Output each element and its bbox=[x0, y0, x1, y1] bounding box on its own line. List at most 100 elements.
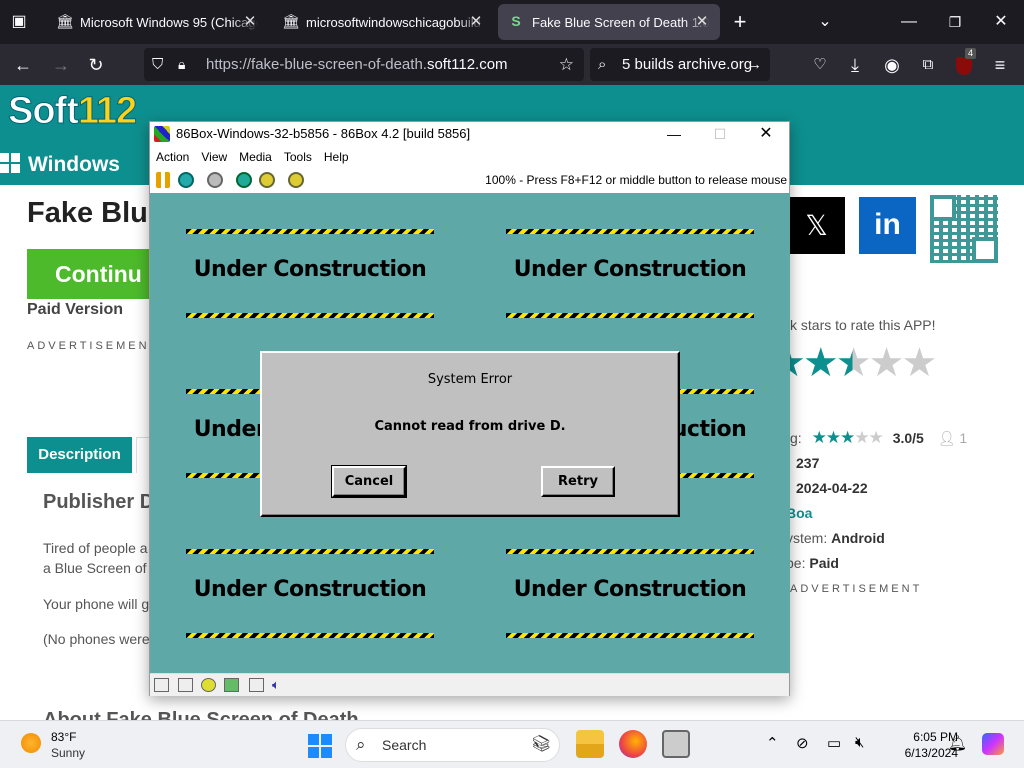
pause-icon[interactable] bbox=[156, 172, 170, 188]
start-button[interactable] bbox=[308, 734, 332, 758]
downloads-value: 237 bbox=[796, 455, 820, 471]
search-text: 5 builds archive.org bbox=[622, 56, 753, 73]
network-off-icon[interactable]: ⊘ bbox=[796, 734, 809, 752]
minimize-icon[interactable]: — bbox=[651, 122, 697, 146]
archive-icon: 🏛 bbox=[56, 13, 74, 29]
lock-icon[interactable]: 🔒︎ bbox=[178, 48, 185, 81]
taskbar-search[interactable]: ⌕ Search 📚︎ bbox=[345, 728, 560, 762]
file-explorer-icon[interactable] bbox=[576, 730, 604, 758]
search-bar[interactable]: ⌕ 5 builds archive.org → bbox=[590, 48, 770, 81]
paid-version-label: Paid Version bbox=[27, 301, 124, 318]
soft112-logo[interactable]: Soft112 bbox=[8, 90, 138, 133]
archive-icon: 🏛 bbox=[282, 13, 300, 29]
user-icon: 👤︎ bbox=[937, 430, 956, 446]
tab-fake-bsod[interactable]: S Fake Blue Screen of Death 1.0 F ✕ bbox=[498, 4, 720, 40]
86box-taskbar-icon[interactable] bbox=[662, 730, 690, 758]
under-construction-sign: Under Construction bbox=[506, 549, 754, 639]
chevron-up-icon[interactable]: ⌃ bbox=[766, 734, 779, 752]
shield-icon[interactable]: ⛉ bbox=[152, 48, 163, 81]
window-title: 86Box-Windows-32-b5856 - 86Box 4.2 [buil… bbox=[176, 126, 471, 141]
cancel-button[interactable]: Cancel bbox=[331, 465, 407, 498]
hard-disk-icon[interactable] bbox=[224, 678, 239, 692]
sound-icon[interactable]: 🔈︎ bbox=[272, 678, 287, 692]
reload-icon[interactable]: ↻ bbox=[81, 50, 111, 80]
floppy-b-icon[interactable] bbox=[178, 678, 193, 692]
menu-media[interactable]: Media bbox=[233, 146, 278, 168]
url-bar[interactable]: ⛉ 🔒︎ https://fake-blue-screen-of-death.s… bbox=[144, 48, 584, 81]
type-row: pe: Paid bbox=[786, 555, 839, 571]
cdrom-icon[interactable] bbox=[201, 678, 216, 692]
close-tab-icon[interactable]: ✕ bbox=[240, 12, 260, 32]
maximize-icon[interactable]: ☐ bbox=[697, 122, 743, 146]
copilot-icon[interactable] bbox=[982, 733, 1004, 755]
screenshot-icon[interactable] bbox=[288, 172, 304, 188]
os-row: ystem: Android bbox=[786, 530, 885, 546]
publisher-heading: Publisher D bbox=[43, 491, 155, 513]
pocket-icon[interactable]: ♡ bbox=[805, 50, 835, 80]
x-share-button[interactable]: 𝕏 bbox=[788, 197, 845, 254]
hard-reset-icon[interactable] bbox=[259, 172, 275, 188]
qr-code bbox=[930, 195, 998, 263]
network-icon[interactable] bbox=[249, 678, 264, 692]
settings-icon[interactable] bbox=[236, 172, 252, 188]
date-value: 2024-04-22 bbox=[796, 480, 868, 496]
sun-icon[interactable] bbox=[21, 733, 41, 753]
temperature[interactable]: 83°F bbox=[51, 730, 76, 744]
close-tab-icon[interactable]: ✕ bbox=[466, 12, 486, 32]
account-icon[interactable]: ◉ bbox=[877, 50, 907, 80]
chevron-down-icon[interactable]: ⌄ bbox=[810, 7, 840, 37]
menu-view[interactable]: View bbox=[195, 146, 233, 168]
display-icon[interactable]: ▭ bbox=[827, 734, 841, 752]
close-window-icon[interactable]: ✕ bbox=[743, 122, 789, 146]
linkedin-share-button[interactable]: in bbox=[859, 197, 916, 254]
tab-windows95[interactable]: 🏛 Microsoft Windows 95 (Chicago ✕ bbox=[46, 4, 268, 40]
menu-tools[interactable]: Tools bbox=[278, 146, 318, 168]
power-icon[interactable] bbox=[207, 172, 223, 188]
go-arrow-icon[interactable]: → bbox=[747, 48, 762, 81]
new-tab-button[interactable]: + bbox=[725, 7, 755, 37]
firefox-icon[interactable] bbox=[619, 730, 647, 758]
bookmark-star-icon[interactable]: ☆ bbox=[559, 48, 574, 81]
menu-help[interactable]: Help bbox=[318, 146, 355, 168]
tab-title: Fake Blue Screen of Death 1.0 F bbox=[532, 14, 710, 30]
description-text: Your phone will g bbox=[43, 596, 150, 612]
category-nav[interactable]: Windows bbox=[0, 153, 120, 177]
emulator-toolbar: 100% - Press F8+F12 or middle button to … bbox=[150, 168, 789, 192]
description-text: (No phones were bbox=[43, 631, 150, 647]
retry-button[interactable]: Retry bbox=[541, 466, 615, 497]
extensions-icon[interactable]: ⧉ bbox=[913, 50, 943, 80]
dialog-title: System Error bbox=[427, 372, 513, 387]
restore-icon[interactable]: ❐ bbox=[940, 7, 970, 37]
notification-bell-icon[interactable]: 🔔︎ bbox=[948, 734, 967, 752]
emulator-status-bar: 🔈︎ bbox=[150, 673, 789, 696]
search-icon: ⌕ bbox=[356, 735, 366, 754]
tab-description[interactable]: Description bbox=[27, 437, 132, 473]
mouse-capture-message: 100% - Press F8+F12 or middle button to … bbox=[485, 173, 787, 187]
close-tab-icon[interactable]: ✕ bbox=[692, 12, 712, 32]
windows-grid-icon bbox=[0, 153, 20, 173]
close-window-icon[interactable]: ✕ bbox=[986, 7, 1016, 37]
search-highlight-icon: 📚︎ bbox=[530, 736, 551, 753]
menu-action[interactable]: Action bbox=[150, 146, 195, 168]
weather-condition[interactable]: Sunny bbox=[51, 746, 85, 760]
soft112-icon: S bbox=[511, 13, 521, 29]
emulator-window[interactable]: 86Box-Windows-32-b5856 - 86Box 4.2 [buil… bbox=[149, 121, 790, 696]
advertisement-label: ADVERTISEMENT bbox=[790, 583, 923, 595]
download-icon[interactable]: ⤓ bbox=[840, 50, 870, 80]
tab-chicago-build[interactable]: 🏛 microsoftwindowschicagobuild ✕ bbox=[272, 4, 494, 40]
tab-list-icon[interactable]: ▣ bbox=[4, 7, 34, 37]
windows-taskbar: 83°F Sunny ⌕ Search 📚︎ ⌃ ⊘ ▭ 🔇︎ 6:05 PM … bbox=[0, 720, 1024, 768]
volume-muted-icon[interactable]: 🔇︎ bbox=[855, 734, 864, 751]
browser-tab-bar: ▣ 🏛 Microsoft Windows 95 (Chicago ✕ 🏛 mi… bbox=[0, 0, 1024, 44]
minimize-icon[interactable]: — bbox=[894, 7, 924, 37]
forward-arrow-icon[interactable]: → bbox=[46, 50, 76, 80]
ctrl-alt-del-icon[interactable] bbox=[178, 172, 194, 188]
floppy-icon[interactable] bbox=[154, 678, 169, 692]
rate-prompt: k stars to rate this APP! bbox=[790, 317, 936, 333]
menu-icon[interactable]: ≡ bbox=[985, 50, 1015, 80]
back-arrow-icon[interactable]: ← bbox=[8, 50, 38, 80]
rating-stars-input[interactable]: ★★★★★ bbox=[770, 340, 937, 386]
emulator-title-bar[interactable]: 86Box-Windows-32-b5856 - 86Box 4.2 [buil… bbox=[150, 122, 789, 146]
ublock-icon[interactable]: 4 bbox=[949, 48, 979, 80]
emulated-screen[interactable]: Under Construction Under Construction Un… bbox=[150, 193, 790, 673]
